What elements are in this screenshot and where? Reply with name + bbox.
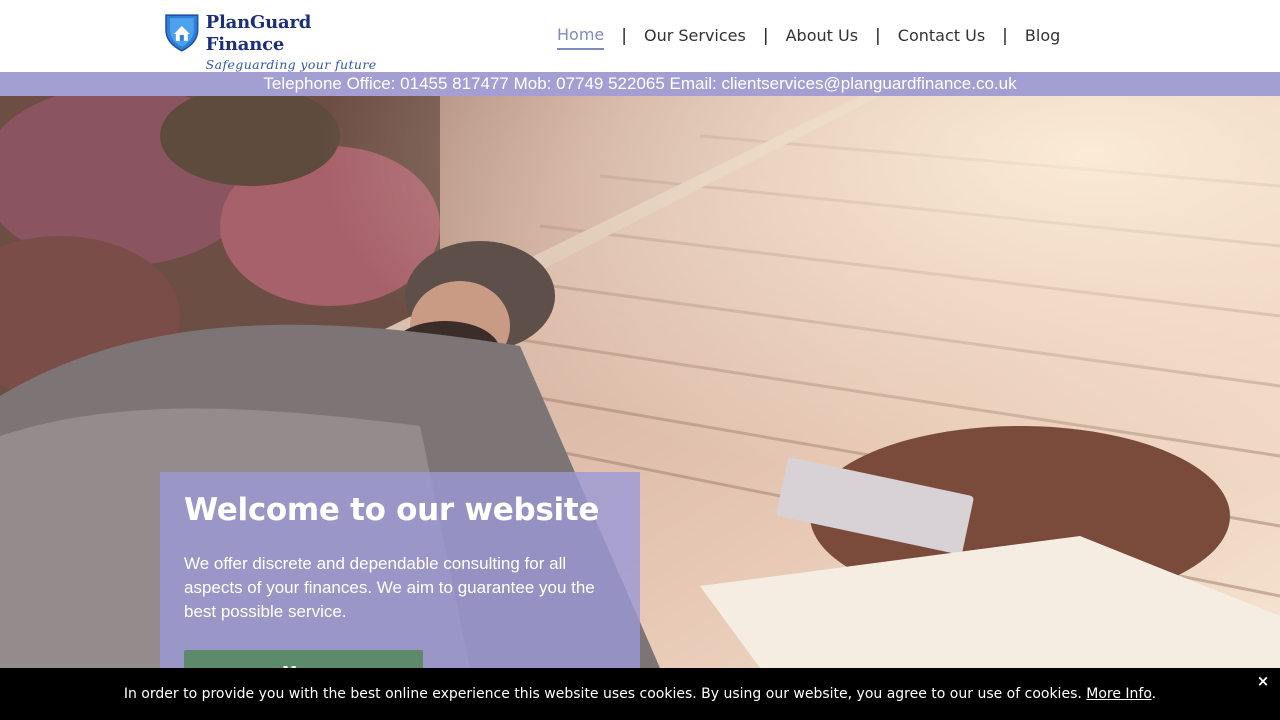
welcome-heading: Welcome to our website (184, 492, 600, 528)
site-header: PlanGuard Finance Safeguarding your futu… (0, 0, 1280, 72)
nav-about-us[interactable]: About Us (786, 24, 858, 48)
logo[interactable]: PlanGuard Finance Safeguarding your futu… (164, 12, 394, 72)
contact-info-bar: Telephone Office: 01455 817477 Mob: 0774… (0, 72, 1280, 96)
more-button[interactable]: More (184, 650, 423, 668)
welcome-panel: Welcome to our website We offer discrete… (160, 472, 640, 668)
nav-contact-us[interactable]: Contact Us (898, 24, 985, 48)
close-icon[interactable]: × (1256, 674, 1270, 689)
nav-our-services[interactable]: Our Services (644, 24, 746, 48)
nav-separator: | (621, 26, 627, 46)
brand-name: PlanGuard Finance (205, 12, 312, 55)
nav-separator: | (762, 26, 769, 46)
cookie-message-end: . (1151, 686, 1157, 702)
cookie-banner: In order to provide you with the best on… (0, 668, 1280, 720)
nav-separator: | (1002, 26, 1008, 46)
cookie-more-info-link[interactable]: More Info (1086, 686, 1151, 702)
main-nav: Home | Our Services | About Us | Contact… (557, 23, 1060, 50)
welcome-description: We offer discrete and dependable consult… (184, 554, 595, 621)
nav-home[interactable]: Home (557, 23, 605, 50)
cookie-message: In order to provide you with the best on… (123, 686, 1087, 702)
nav-separator: | (875, 26, 881, 46)
nav-blog[interactable]: Blog (1025, 24, 1060, 48)
shield-house-icon (165, 14, 199, 52)
hero-section: Welcome to our website We offer discrete… (0, 96, 1280, 668)
